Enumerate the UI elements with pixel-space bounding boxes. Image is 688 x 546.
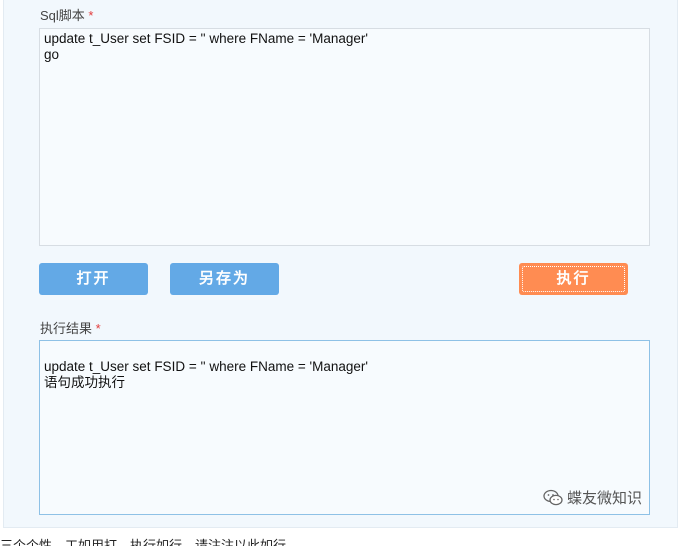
open-button[interactable]: 打开	[39, 263, 148, 295]
sql-script-label-text: Sql脚本	[40, 8, 85, 23]
watermark: 蝶友微知识	[543, 487, 642, 508]
required-mark: *	[95, 321, 101, 336]
result-label: 执行结果 *	[40, 318, 101, 337]
footer-text: 三个个性，工如用打，执行如行，请注注以此如行，	[0, 538, 300, 546]
sql-tool-panel: Sql脚本 * update t_User set FSID = '' wher…	[3, 0, 678, 528]
execute-button[interactable]: 执行	[519, 263, 628, 295]
watermark-text: 蝶友微知识	[567, 490, 643, 507]
execute-button-label: 执行	[556, 270, 591, 287]
save-as-button[interactable]: 另存为	[170, 263, 279, 295]
sql-script-textarea[interactable]: update t_User set FSID = '' where FName …	[39, 28, 650, 246]
wechat-icon	[543, 489, 563, 505]
result-label-text: 执行结果	[40, 321, 93, 336]
required-mark: *	[88, 8, 94, 23]
sql-script-label: Sql脚本 *	[40, 5, 93, 24]
